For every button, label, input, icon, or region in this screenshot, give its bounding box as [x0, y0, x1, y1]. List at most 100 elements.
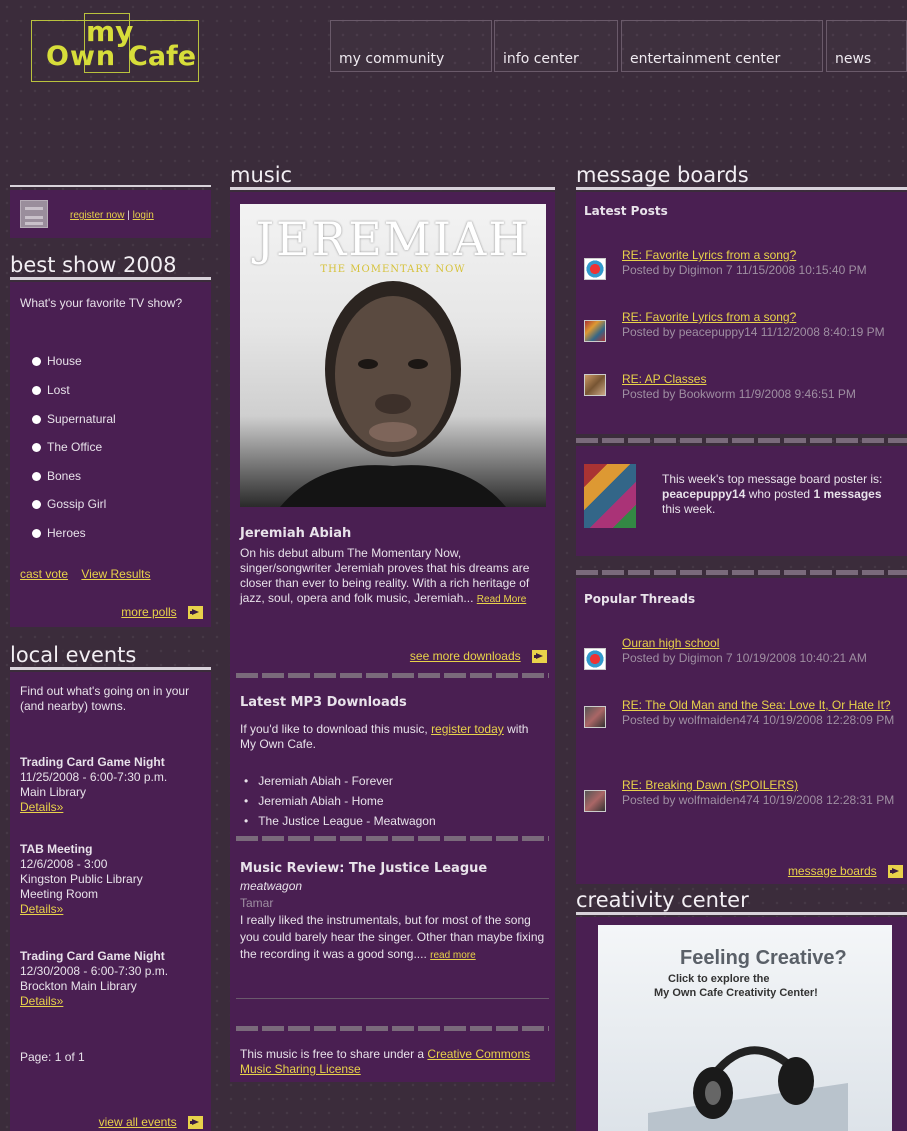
post-meta: Posted by peacepuppy14 11/12/2008 8:40:1… — [622, 325, 885, 339]
track-item[interactable]: • Jeremiah Abiah - Home — [244, 794, 544, 814]
thread-meta: Posted by Digimon 7 10/19/2008 10:40:21 … — [622, 651, 867, 665]
arrow-right-icon[interactable] — [532, 650, 547, 664]
thread-title-link[interactable]: RE: Breaking Dawn (SPOILERS) — [622, 778, 798, 792]
top-poster-end: this week. — [662, 502, 716, 516]
music-heading: music — [230, 163, 555, 190]
creativity-banner[interactable]: Feeling Creative? Click to explore the M… — [598, 925, 892, 1131]
post-title-link[interactable]: RE: Favorite Lyrics from a song? — [622, 310, 796, 324]
site-logo[interactable]: my Own Cafe — [31, 13, 199, 82]
nav-news[interactable]: news — [826, 20, 907, 72]
events-panel: Find out what's going on in your (and ne… — [10, 672, 211, 1131]
register-link[interactable]: register now — [70, 210, 124, 221]
popular-threads-heading: Popular Threads — [584, 592, 696, 606]
poll-option[interactable]: House — [32, 354, 116, 383]
thread-avatar-icon — [584, 706, 606, 728]
license-text: This music is free to share under a — [240, 1047, 425, 1061]
album-cover[interactable]: JEREMIAH THE MOMENTARY NOW — [240, 204, 546, 507]
event-line: 12/6/2008 - 3:00 — [20, 857, 108, 871]
radio-icon[interactable] — [32, 443, 41, 453]
event-item: Trading Card Game Night 11/25/2008 - 6:0… — [20, 755, 210, 815]
register-today-link[interactable]: register today — [431, 722, 504, 736]
login-separator: | — [127, 210, 130, 221]
more-polls-link[interactable]: more polls — [121, 605, 176, 619]
nav-label: news — [835, 51, 872, 67]
post-title-link[interactable]: RE: Favorite Lyrics from a song? — [622, 248, 796, 262]
arrow-right-icon[interactable] — [888, 865, 903, 879]
event-details-link[interactable]: Details» — [20, 902, 63, 916]
radio-icon[interactable] — [32, 415, 41, 425]
poll-option[interactable]: Supernatural — [32, 412, 116, 440]
thread-item: RE: The Old Man and the Sea: Love It, Or… — [622, 698, 904, 728]
latest-posts-panel: Latest Posts RE: Favorite Lyrics from a … — [576, 192, 907, 434]
track-item[interactable]: • Jeremiah Abiah - Forever — [244, 774, 544, 794]
mp3-heading: Latest MP3 Downloads — [240, 695, 407, 710]
view-results-link[interactable]: View Results — [81, 567, 150, 581]
thread-title-link[interactable]: RE: The Old Man and the Sea: Love It, Or… — [622, 698, 891, 712]
review-heading: Music Review: The Justice League — [240, 861, 488, 876]
divider — [236, 1026, 549, 1031]
post-avatar-icon — [584, 320, 606, 342]
creativity-heading: creativity center — [576, 888, 907, 915]
event-details-link[interactable]: Details» — [20, 800, 63, 814]
arrow-right-icon[interactable] — [188, 606, 203, 620]
headphones-icon — [648, 1046, 848, 1131]
cast-vote-link[interactable]: cast vote — [20, 567, 68, 581]
see-more-downloads-link[interactable]: see more downloads — [410, 649, 521, 663]
boards-heading: message boards — [576, 163, 907, 190]
popular-threads-panel: Popular Threads Ouran high school Posted… — [576, 578, 907, 884]
poll-option-label: Lost — [47, 383, 70, 397]
latest-posts-heading: Latest Posts — [584, 204, 668, 218]
review-read-more-link[interactable]: read more — [430, 950, 476, 961]
poll-option-label: Bones — [47, 469, 82, 483]
post-meta: Posted by Bookworm 11/9/2008 9:46:51 PM — [622, 387, 856, 401]
read-more-link[interactable]: Read More — [477, 594, 526, 605]
radio-icon[interactable] — [32, 472, 41, 482]
login-panel: register now | login — [10, 190, 211, 238]
view-all-events-link[interactable]: view all events — [99, 1115, 177, 1129]
divider — [236, 673, 549, 678]
poll-option[interactable]: Bones — [32, 469, 116, 497]
review-text: I really liked the instrumentals, but fo… — [240, 913, 545, 961]
banner-sub2: My Own Cafe Creativity Center! — [654, 987, 818, 999]
message-boards-link[interactable]: message boards — [788, 864, 877, 878]
thread-item: Ouran high school Posted by Digimon 7 10… — [622, 636, 904, 666]
arrow-right-icon[interactable] — [188, 1116, 203, 1130]
event-details-link[interactable]: Details» — [20, 994, 63, 1008]
poll-question: What's your favorite TV show? — [20, 296, 183, 310]
divider — [236, 998, 549, 999]
poll-option-label: Heroes — [47, 526, 86, 540]
post-avatar-icon — [584, 374, 606, 396]
poll-option[interactable]: Heroes — [32, 526, 116, 555]
radio-icon[interactable] — [32, 357, 41, 367]
thread-title-link[interactable]: Ouran high school — [622, 636, 719, 650]
events-heading: local events — [10, 643, 211, 670]
top-poster-user[interactable]: peacepuppy14 — [662, 487, 745, 501]
track-item[interactable]: • The Justice League - Meatwagon — [244, 814, 544, 834]
poll-option-label: House — [47, 354, 82, 368]
login-link[interactable]: login — [133, 210, 154, 221]
album-title: JEREMIAH — [255, 212, 531, 266]
event-item: TAB Meeting 12/6/2008 - 3:00 Kingston Pu… — [20, 842, 210, 917]
thread-avatar-icon — [584, 648, 606, 670]
track-list: • Jeremiah Abiah - Forever • Jeremiah Ab… — [244, 774, 544, 834]
radio-icon[interactable] — [32, 529, 41, 539]
nav-entertainment-center[interactable]: entertainment center — [621, 20, 823, 72]
event-title: Trading Card Game Night — [20, 949, 165, 963]
thread-meta: Posted by wolfmaiden474 10/19/2008 12:28… — [622, 713, 895, 727]
event-line: 11/25/2008 - 6:00-7:30 p.m. — [20, 770, 168, 784]
nav-info-center[interactable]: info center — [494, 20, 618, 72]
radio-icon[interactable] — [32, 386, 41, 396]
poll-option[interactable]: Lost — [32, 383, 116, 412]
poll-option[interactable]: The Office — [32, 440, 116, 469]
event-title: Trading Card Game Night — [20, 755, 165, 769]
radio-icon[interactable] — [32, 500, 41, 510]
track-label: The Justice League - Meatwagon — [258, 814, 436, 828]
poll-option[interactable]: Gossip Girl — [32, 497, 116, 526]
event-line: Main Library — [20, 785, 87, 799]
logo-cafe: Cafe — [128, 41, 197, 72]
nav-my-community[interactable]: my community — [330, 20, 492, 72]
post-title-link[interactable]: RE: AP Classes — [622, 372, 706, 386]
event-title: TAB Meeting — [20, 842, 93, 856]
avatar-icon — [20, 200, 48, 228]
poll-options: House Lost Supernatural The Office Bones… — [32, 354, 116, 555]
